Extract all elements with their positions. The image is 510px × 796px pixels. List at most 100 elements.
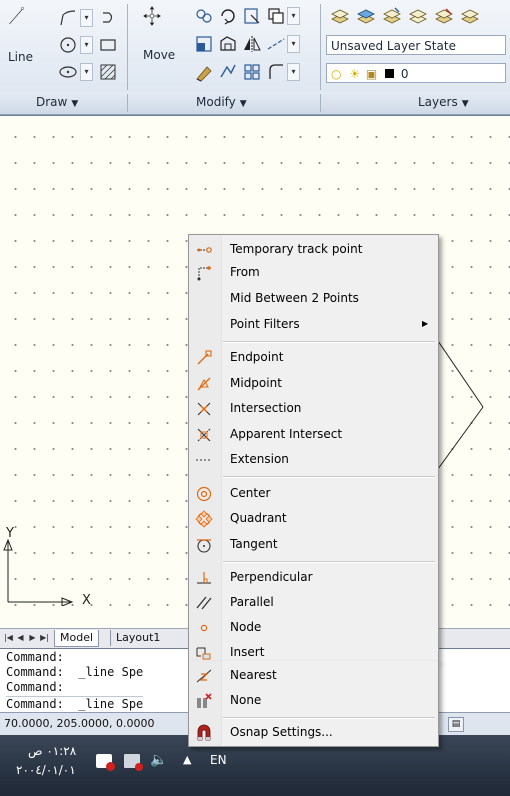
rectangle-button[interactable]: [96, 33, 120, 57]
command-history-line: Command:: [6, 650, 64, 664]
language-indicator[interactable]: EN: [210, 753, 227, 767]
trim-icon: [221, 9, 235, 25]
copy-icon: [268, 8, 284, 24]
menu-item-quadrant[interactable]: Quadrant: [189, 508, 438, 530]
insert-icon: [195, 644, 213, 662]
command-input-line[interactable]: Command: _line Spe: [6, 696, 144, 712]
layer-match-button[interactable]: [380, 4, 404, 28]
tab-layout1[interactable]: Layout1: [110, 630, 165, 646]
layer-properties-button[interactable]: [328, 4, 352, 28]
menu-item-none[interactable]: None: [189, 690, 438, 712]
ucs-x-label: X: [82, 593, 91, 608]
tangent-icon: [195, 536, 213, 554]
clock-time[interactable]: ٠١:٢٨ ص: [28, 744, 76, 758]
ellipse-icon: [59, 66, 77, 78]
menu-item-nearest[interactable]: Nearest: [189, 665, 438, 687]
move-icon: [143, 6, 161, 26]
explode-icon: [220, 64, 236, 78]
rotate-button[interactable]: [192, 4, 216, 28]
status-toggle-button[interactable]: ▤: [448, 717, 464, 732]
hatch-button[interactable]: [96, 60, 120, 84]
menu-item-temporary-track-point[interactable]: Temporary track point: [189, 239, 438, 261]
linetype-icon: [267, 38, 285, 50]
submenu-arrow-icon: ▶: [422, 319, 429, 328]
network-icon[interactable]: [124, 754, 143, 771]
layer-isolate-button[interactable]: [432, 4, 456, 28]
layer-state-combo[interactable]: Unsaved Layer State: [326, 35, 506, 55]
arc-button[interactable]: [96, 6, 120, 30]
action-center-icon[interactable]: [96, 754, 115, 771]
copy-button[interactable]: [264, 4, 288, 28]
menu-item-endpoint[interactable]: Endpoint: [189, 347, 438, 369]
menu-item-mid-between-2-points[interactable]: Mid Between 2 Points: [189, 288, 438, 310]
coordinate-readout: 70.0000, 205.0000, 0.0000: [4, 717, 155, 730]
menu-item-center[interactable]: Center: [189, 483, 438, 505]
chamfer-dropdown[interactable]: ▾: [287, 63, 300, 81]
layer-state-icon: [357, 9, 375, 24]
clock-date[interactable]: ٢٠٠٤/٠١/٠١: [16, 763, 76, 777]
menu-item-node[interactable]: Node: [189, 617, 438, 639]
menu-item-perpendicular[interactable]: Perpendicular: [189, 567, 438, 589]
arc-icon: [103, 12, 113, 23]
volume-icon[interactable]: 🔈: [150, 752, 167, 768]
tab-next-button[interactable]: ▶: [28, 632, 37, 644]
move-button[interactable]: [140, 4, 178, 46]
perpendicular-icon: [195, 569, 213, 587]
ucs-y-label: Y: [6, 526, 14, 541]
tab-prev-button[interactable]: ◀: [16, 632, 25, 644]
menu-item-point-filters[interactable]: Point Filters ▶: [189, 314, 438, 336]
draw-panel-label[interactable]: Draw ▼: [36, 95, 78, 109]
trim-button[interactable]: [216, 4, 240, 28]
chamfer-button[interactable]: [264, 60, 288, 84]
temporary-track-point-icon: [195, 241, 213, 259]
ellipse-dropdown[interactable]: ▾: [80, 63, 93, 81]
menu-item-apparent-intersect[interactable]: Apparent Intersect: [189, 424, 438, 446]
stretch-button[interactable]: [216, 32, 240, 56]
explode-button[interactable]: [216, 60, 240, 84]
array-button[interactable]: [240, 60, 264, 84]
extend-icon: [244, 8, 260, 24]
tray-overflow-icon[interactable]: ▲: [183, 753, 191, 766]
circle-dropdown[interactable]: ▾: [80, 36, 93, 54]
menu-item-osnap-settings[interactable]: Osnap Settings...: [189, 722, 438, 744]
menu-item-parallel[interactable]: Parallel: [189, 592, 438, 614]
polyline-dropdown[interactable]: ▾: [80, 9, 93, 27]
circle-button[interactable]: [56, 33, 80, 57]
menu-item-tangent[interactable]: Tangent: [189, 534, 438, 556]
layer-match-icon: [383, 7, 401, 24]
erase-button[interactable]: [192, 60, 216, 84]
layer-properties-icon: [331, 9, 349, 24]
osnap-settings-icon: [195, 724, 213, 742]
tab-first-button[interactable]: |◀: [4, 632, 13, 644]
layer-state-value: Unsaved Layer State: [331, 39, 456, 53]
intersection-icon: [195, 400, 213, 418]
linetype-button[interactable]: [264, 32, 288, 56]
modify-panel-label[interactable]: Modify ▼: [196, 95, 247, 109]
copy-dropdown[interactable]: ▾: [287, 7, 300, 25]
polyline-button[interactable]: [56, 6, 80, 30]
polyline-icon: [60, 10, 76, 26]
menu-item-intersection[interactable]: Intersection: [189, 398, 438, 420]
line-button[interactable]: [4, 4, 44, 50]
ribbon: Line ▾ ▾ ▾ Move ▾ ▾ ▾ Unsaved Layer Stat…: [0, 0, 510, 93]
linetype-dropdown[interactable]: ▾: [287, 35, 300, 53]
ellipse-button[interactable]: [56, 60, 80, 84]
layer-previous-button[interactable]: [406, 4, 430, 28]
chamfer-icon: [269, 64, 283, 79]
fillet-button[interactable]: [192, 32, 216, 56]
menu-item-from[interactable]: From: [189, 262, 438, 284]
tab-model[interactable]: Model: [54, 630, 100, 647]
menu-item-extension[interactable]: Extension: [189, 449, 438, 471]
menu-item-midpoint[interactable]: Midpoint: [189, 373, 438, 395]
tab-last-button[interactable]: ▶|: [40, 632, 49, 644]
extend-button[interactable]: [240, 4, 264, 28]
layer-state-button[interactable]: [354, 4, 378, 28]
circle-icon: [60, 37, 76, 53]
stretch-icon: [220, 36, 236, 51]
current-layer-combo[interactable]: ○ ☀ ▣ 0: [326, 63, 506, 83]
layer-unisolate-button[interactable]: [458, 4, 482, 28]
mirror-button[interactable]: [240, 32, 264, 56]
layers-panel-label[interactable]: Layers ▼: [418, 95, 469, 109]
line-label: Line: [8, 50, 34, 64]
quadrant-icon: [195, 510, 213, 528]
